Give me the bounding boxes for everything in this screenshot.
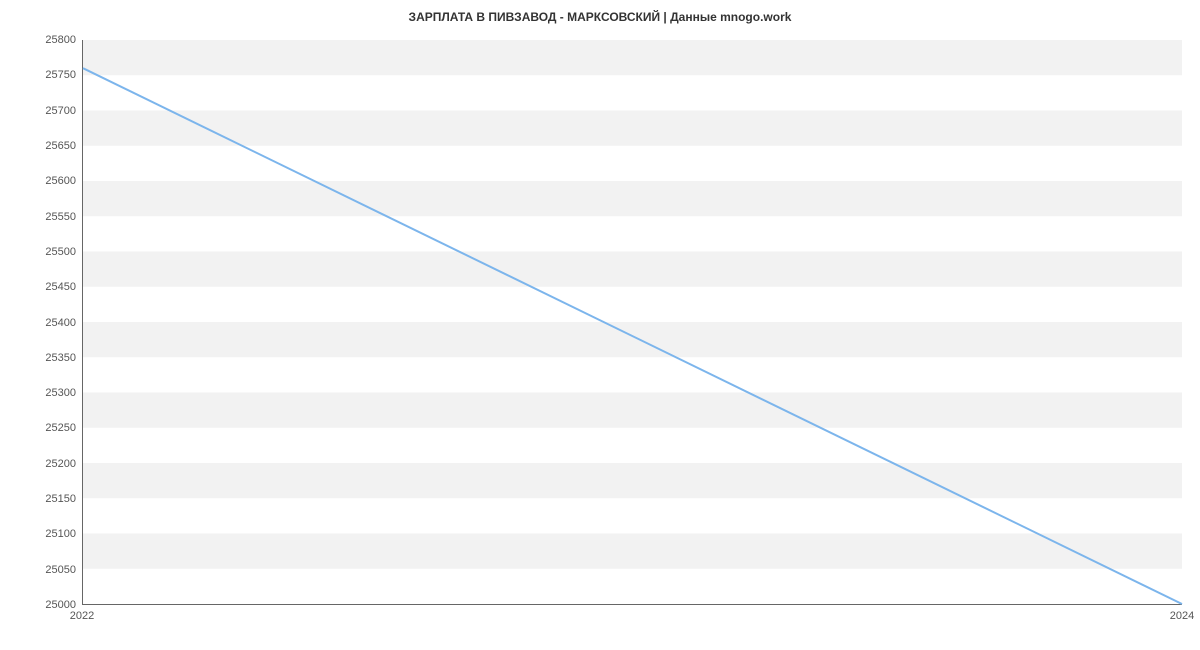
chart-title: ЗАРПЛАТА В ПИВЗАВОД - МАРКСОВСКИЙ | Данн… bbox=[0, 10, 1200, 24]
chart-container: ЗАРПЛАТА В ПИВЗАВОД - МАРКСОВСКИЙ | Данн… bbox=[0, 0, 1200, 650]
y-tick-label: 25400 bbox=[45, 317, 76, 329]
grid-bands bbox=[83, 40, 1182, 569]
y-tick-label: 25250 bbox=[45, 422, 76, 434]
y-tick-label: 25150 bbox=[45, 493, 76, 505]
x-tick-label: 2022 bbox=[70, 610, 94, 622]
y-tick-label: 25300 bbox=[45, 387, 76, 399]
plot-area bbox=[82, 40, 1182, 605]
y-tick-label: 25350 bbox=[45, 352, 76, 364]
y-tick-label: 25200 bbox=[45, 458, 76, 470]
y-tick-label: 25550 bbox=[45, 211, 76, 223]
y-tick-label: 25800 bbox=[45, 34, 76, 46]
y-tick-label: 25500 bbox=[45, 246, 76, 258]
y-tick-label: 25100 bbox=[45, 528, 76, 540]
x-tick-label: 2024 bbox=[1170, 610, 1194, 622]
y-tick-label: 25700 bbox=[45, 105, 76, 117]
y-tick-label: 25650 bbox=[45, 140, 76, 152]
y-tick-label: 25600 bbox=[45, 175, 76, 187]
y-tick-label: 25050 bbox=[45, 564, 76, 576]
y-tick-label: 25750 bbox=[45, 69, 76, 81]
y-tick-label: 25450 bbox=[45, 281, 76, 293]
line-svg bbox=[83, 40, 1182, 604]
